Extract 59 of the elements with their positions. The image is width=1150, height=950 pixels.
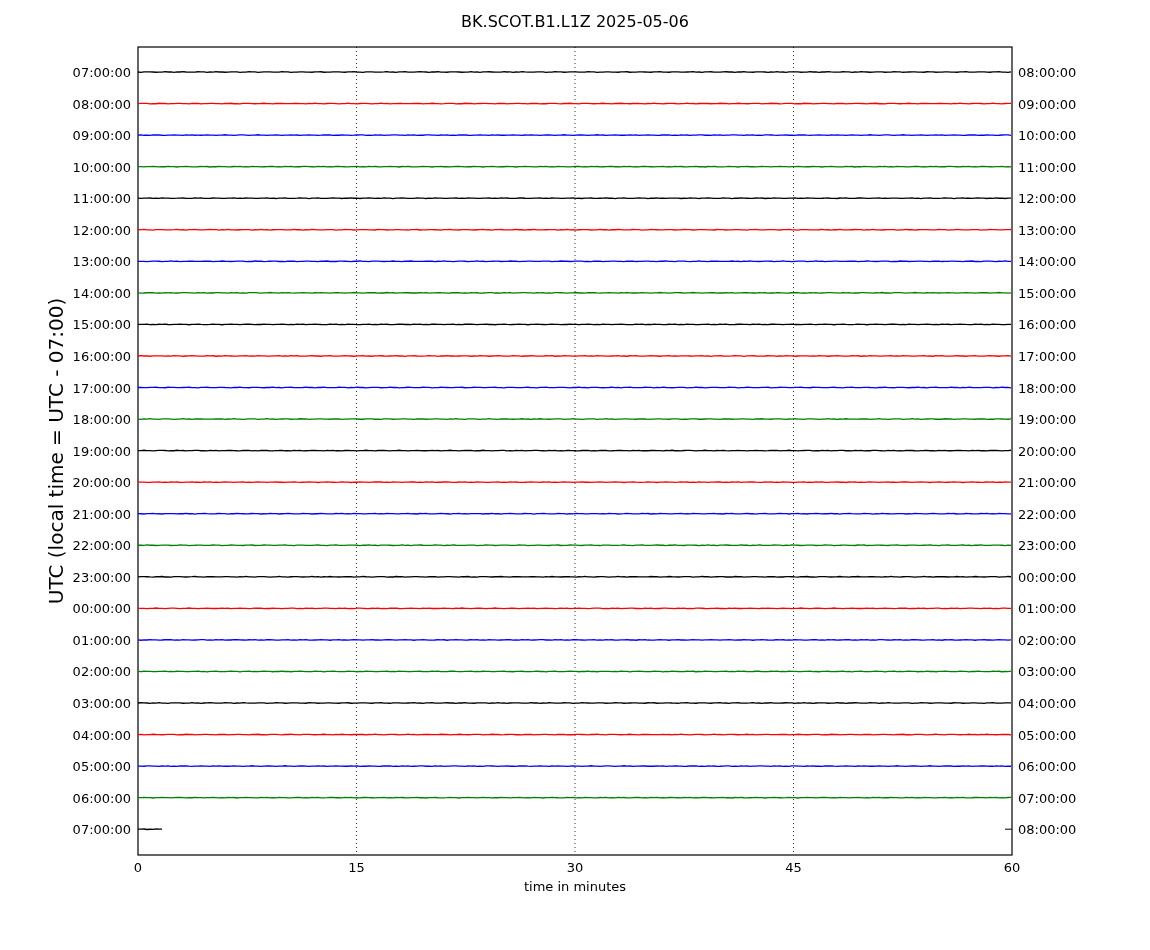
row-time-label: 11:00:00 [72, 191, 131, 207]
row-time-label: 07:00:00 [1018, 790, 1077, 806]
row-time-label: 14:00:00 [72, 285, 131, 301]
row-time-label: 18:00:00 [72, 412, 131, 428]
row-time-label: 18:00:00 [1018, 380, 1077, 396]
row-time-label: 15:00:00 [1018, 285, 1077, 301]
row-time-label: 05:00:00 [72, 759, 131, 775]
row-time-label: 22:00:00 [1018, 506, 1077, 522]
row-time-label: 02:00:00 [1018, 632, 1077, 648]
plot-title: BK.SCOT.B1.L1Z 2025-05-06 [461, 12, 689, 31]
row-time-label: 08:00:00 [1018, 822, 1077, 838]
row-time-label: 23:00:00 [1018, 538, 1077, 554]
y-axis-label: UTC (local time = UTC - 07:00) [44, 297, 68, 605]
row-time-label: 05:00:00 [1018, 727, 1077, 743]
row-time-label: 16:00:00 [72, 348, 131, 364]
x-tick-label: 60 [1003, 860, 1021, 875]
row-time-label: 20:00:00 [72, 475, 131, 491]
row-time-label: 16:00:00 [1018, 317, 1077, 333]
row-time-label: 07:00:00 [72, 65, 131, 80]
row-time-label: 00:00:00 [72, 601, 131, 617]
row-time-label: 13:00:00 [1018, 222, 1077, 238]
row-time-label: 01:00:00 [1018, 601, 1077, 617]
row-time-label: 08:00:00 [1018, 65, 1077, 80]
row-time-label: 02:00:00 [72, 664, 131, 680]
row-time-label: 10:00:00 [72, 159, 131, 175]
row-time-label: 14:00:00 [1018, 254, 1077, 270]
x-tick-label: 0 [133, 860, 143, 875]
row-time-label: 19:00:00 [72, 443, 131, 459]
row-time-label: 03:00:00 [1018, 664, 1077, 680]
x-tick-label: 15 [348, 860, 365, 875]
row-time-label: 17:00:00 [1018, 348, 1077, 364]
row-time-label: 22:00:00 [72, 538, 131, 554]
row-time-label: 20:00:00 [1018, 443, 1077, 459]
row-time-label: 21:00:00 [1018, 475, 1077, 491]
x-axis-label: time in minutes [523, 879, 627, 894]
row-time-label: 17:00:00 [72, 380, 131, 396]
row-time-label: 06:00:00 [72, 790, 131, 806]
row-time-label: 15:00:00 [72, 317, 131, 333]
row-time-label: 21:00:00 [72, 506, 131, 522]
row-time-label: 11:00:00 [1018, 159, 1077, 175]
row-time-label: 03:00:00 [72, 696, 131, 711]
row-time-label: 01:00:00 [72, 632, 131, 648]
x-tick-label: 30 [566, 860, 584, 875]
x-tick-label: 45 [785, 860, 802, 875]
row-time-label: 04:00:00 [72, 727, 131, 743]
trace-end-mark [1004, 828, 1013, 830]
row-time-label: 23:00:00 [72, 569, 131, 585]
row-time-label: 04:00:00 [1018, 696, 1077, 711]
row-time-label: 13:00:00 [72, 254, 131, 270]
row-time-label: 09:00:00 [72, 128, 131, 144]
row-time-label: 12:00:00 [1018, 191, 1077, 207]
row-time-label: 10:00:00 [1018, 128, 1077, 144]
row-time-label: 06:00:00 [1018, 759, 1077, 775]
row-time-label: 12:00:00 [72, 222, 131, 238]
row-time-label: 19:00:00 [1018, 412, 1077, 428]
row-time-label: 00:00:00 [1018, 569, 1077, 585]
row-time-label: 08:00:00 [72, 96, 131, 112]
row-time-label: 07:00:00 [72, 822, 131, 838]
row-time-label: 09:00:00 [1018, 96, 1077, 112]
